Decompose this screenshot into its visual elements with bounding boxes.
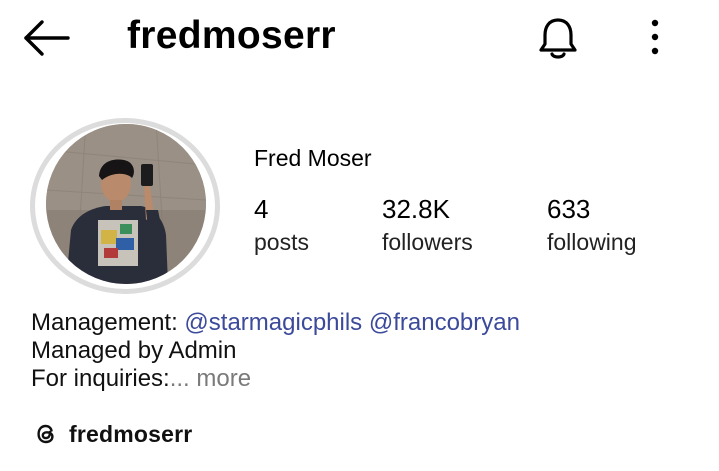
bio-line-managed: Managed by Admin bbox=[31, 337, 237, 364]
avatar[interactable] bbox=[30, 118, 220, 294]
display-name: Fred Moser bbox=[254, 145, 372, 171]
posts-label: posts bbox=[254, 229, 309, 255]
bio: Management: @starmagicphils @francobryan… bbox=[31, 309, 520, 393]
followers-count: 32.8K bbox=[382, 194, 450, 224]
notifications-button[interactable] bbox=[534, 14, 582, 62]
threads-badge[interactable]: fredmoserr bbox=[33, 419, 192, 449]
threads-username: fredmoserr bbox=[69, 420, 193, 447]
bio-management-prefix: Management: bbox=[31, 309, 185, 336]
followers-label: followers bbox=[382, 229, 473, 255]
stat-followers[interactable]: 32.8K followers bbox=[382, 194, 473, 260]
mention-link-starmagicphils[interactable]: @starmagicphils bbox=[184, 309, 362, 336]
page-title: fredmoserr bbox=[127, 14, 336, 57]
mention-link-francobryan[interactable]: @francobryan bbox=[369, 309, 520, 336]
stat-following[interactable]: 633 following bbox=[547, 194, 637, 260]
stat-posts[interactable]: 4 posts bbox=[254, 194, 309, 260]
back-button[interactable] bbox=[22, 18, 72, 58]
profile-header: fredmoserr bbox=[0, 0, 719, 80]
more-vertical-icon bbox=[651, 19, 659, 55]
threads-icon bbox=[37, 424, 54, 444]
bio-inquiries-text: For inquiries: bbox=[31, 365, 170, 392]
bio-line-management: Management: @starmagicphils @francobryan bbox=[31, 309, 520, 337]
bio-more-link[interactable]: ... more bbox=[170, 365, 251, 392]
following-label: following bbox=[547, 229, 637, 255]
bell-icon bbox=[539, 18, 577, 59]
posts-count: 4 bbox=[254, 194, 269, 224]
following-count: 633 bbox=[547, 194, 591, 224]
profile-photo bbox=[46, 124, 206, 284]
more-options-button[interactable] bbox=[638, 16, 672, 58]
arrow-left-icon bbox=[24, 20, 70, 56]
bio-line-inquiries: For inquiries:... more bbox=[31, 365, 520, 393]
